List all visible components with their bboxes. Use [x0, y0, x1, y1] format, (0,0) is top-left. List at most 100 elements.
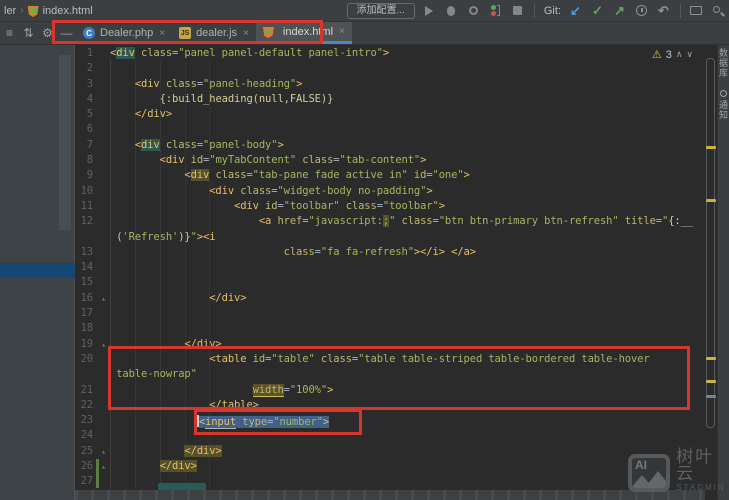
hide-panel-icon[interactable]: —: [57, 22, 76, 44]
line-number: 27: [75, 474, 97, 489]
line-number: 6: [75, 122, 97, 137]
tool-window-label: 数据库: [717, 48, 729, 78]
ide-window: ler › index.html 添加配置... Git: ↙ ✓ ↗ ↷ ≡ …: [0, 0, 729, 500]
tab-dealer-php[interactable]: C Dealer.php ×: [76, 22, 172, 44]
line-number: 20: [75, 352, 97, 367]
project-panel[interactable]: [0, 45, 75, 500]
run-icon[interactable]: [422, 3, 437, 18]
line-number: 18: [75, 321, 97, 336]
code-line: table-nowrap": [75, 367, 705, 382]
code-line: 6: [75, 122, 705, 137]
line-number: 13: [75, 245, 97, 260]
inspection-widget[interactable]: ⚠ 3 ∧ ∨: [652, 48, 693, 61]
monitor-icon[interactable]: [688, 3, 703, 18]
stripe-mark[interactable]: [706, 380, 716, 383]
git-push-icon[interactable]: ↗: [612, 3, 627, 18]
code-line: 26▴ </div>: [75, 459, 705, 474]
editor-tab-bar: ≡ ⇅ ⚙ — C Dealer.php × JS dealer.js × in…: [0, 22, 729, 45]
git-update-icon[interactable]: ↙: [568, 3, 583, 18]
watermark-title: 树叶云: [676, 448, 729, 482]
line-number: 12: [75, 214, 97, 229]
breadcrumb-project[interactable]: ler: [4, 5, 16, 17]
code-line: 18: [75, 321, 705, 336]
profiler-icon[interactable]: [488, 3, 503, 18]
search-everywhere-icon[interactable]: [710, 3, 725, 18]
code-editor[interactable]: 1<div class="panel panel-default panel-i…: [75, 45, 705, 500]
code-line: 14: [75, 260, 705, 275]
line-number: 14: [75, 260, 97, 275]
fold-icon[interactable]: ▴: [97, 444, 110, 459]
line-number: 1: [75, 46, 97, 61]
code-line: 23 <input type="number">: [75, 413, 705, 428]
project-selected-row[interactable]: [0, 263, 75, 278]
code-line: 10 <div class="widget-body no-padding">: [75, 184, 705, 199]
code-line: 25▴ </div>: [75, 444, 705, 459]
fold-icon[interactable]: ▴: [97, 291, 110, 306]
line-number: 10: [75, 184, 97, 199]
stripe-mark[interactable]: [706, 357, 716, 360]
line-number: 5: [75, 107, 97, 122]
code-line: 21 width="100%">: [75, 383, 705, 398]
html-file-icon: [28, 6, 39, 17]
tab-index-html[interactable]: index.html ×: [256, 22, 352, 44]
tab-dealer-js[interactable]: JS dealer.js ×: [172, 22, 256, 44]
code-line: 8 <div id="myTabContent" class="tab-cont…: [75, 153, 705, 168]
stripe-mark[interactable]: [706, 199, 716, 202]
line-number: 7: [75, 138, 97, 153]
line-number: 16: [75, 291, 97, 306]
html-file-icon: [263, 27, 274, 38]
scrollbar-thumb[interactable]: [706, 58, 715, 428]
js-file-icon: JS: [179, 27, 191, 39]
breadcrumb-file[interactable]: index.html: [43, 5, 93, 17]
text-caret: [197, 415, 199, 427]
close-icon[interactable]: ×: [339, 26, 345, 37]
project-panel-scrollbar[interactable]: [59, 55, 71, 230]
code-line: 20 <table id="table" class="table table-…: [75, 352, 705, 367]
error-stripe[interactable]: [705, 45, 717, 500]
line-number: 11: [75, 199, 97, 214]
code-line: 7 <div class="panel-body">: [75, 138, 705, 153]
debug-icon[interactable]: [444, 3, 459, 18]
php-class-icon: C: [83, 27, 95, 39]
code-line: 15: [75, 275, 705, 290]
code-line: 19▴ </div>: [75, 337, 705, 352]
sort-tabs-icon[interactable]: ⇅: [19, 22, 38, 44]
structure-icon[interactable]: ≡: [0, 22, 19, 44]
close-icon[interactable]: ×: [159, 28, 165, 39]
code-line: 1<div class="panel panel-default panel-i…: [75, 46, 705, 61]
line-number: [75, 367, 97, 382]
rollback-icon[interactable]: ↷: [656, 3, 671, 18]
gear-icon[interactable]: ⚙: [38, 22, 57, 44]
tool-window-button[interactable]: 数据库: [717, 48, 729, 78]
tool-window-label: 通知: [717, 100, 729, 120]
stripe-mark[interactable]: [706, 146, 716, 149]
line-number: 2: [75, 61, 97, 76]
line-number: 24: [75, 428, 97, 443]
code-line: 9 <div class="tab-pane fade active in" i…: [75, 168, 705, 183]
tab-label: dealer.js: [196, 27, 237, 39]
line-number: 9: [75, 168, 97, 183]
tab-label: index.html: [283, 26, 333, 38]
change-marker: [96, 459, 99, 488]
add-configuration-button[interactable]: 添加配置...: [347, 3, 415, 19]
tool-window-button[interactable]: 通知: [717, 90, 729, 120]
line-number: [75, 230, 97, 245]
code-line: ('Refresh')}"><i: [75, 230, 705, 245]
close-icon[interactable]: ×: [243, 28, 249, 39]
fold-icon[interactable]: ▴: [97, 337, 110, 352]
breadcrumb-separator-icon: ›: [20, 5, 23, 16]
stop-icon[interactable]: [510, 3, 525, 18]
code-line: 22 </table>: [75, 398, 705, 413]
line-number: 4: [75, 92, 97, 107]
warning-icon: ⚠: [652, 48, 662, 61]
coverage-icon[interactable]: [466, 3, 481, 18]
history-icon[interactable]: [634, 3, 649, 18]
watermark-logo: AI: [628, 454, 670, 492]
code-line: 12 <a href="javascript:;" class="btn btn…: [75, 214, 705, 229]
git-commit-icon[interactable]: ✓: [590, 3, 605, 18]
chevron-up-icon[interactable]: ∧: [676, 49, 683, 60]
chevron-down-icon[interactable]: ∨: [686, 49, 693, 60]
line-number: 26: [75, 459, 97, 474]
stripe-mark[interactable]: [706, 395, 716, 398]
horizontal-scrollbar[interactable]: [75, 490, 705, 500]
